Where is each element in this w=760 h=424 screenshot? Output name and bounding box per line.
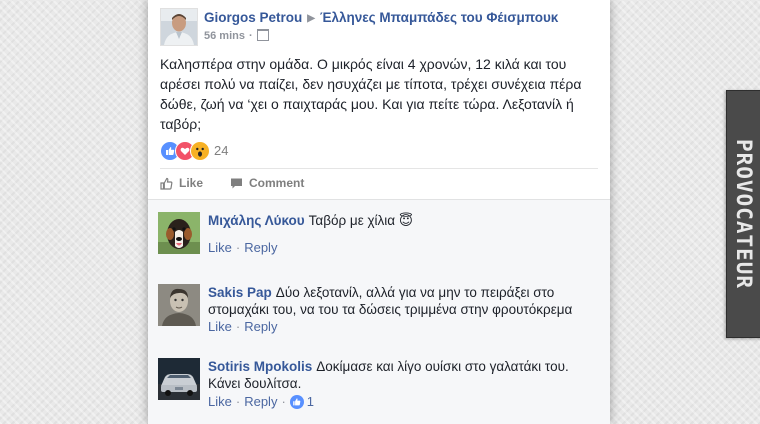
- comment-reply-link[interactable]: Reply: [244, 240, 277, 255]
- comment-reply-link[interactable]: Reply: [244, 394, 277, 409]
- comment-action-separator: ·: [235, 319, 241, 334]
- like-button-label: Like: [179, 176, 204, 190]
- author-avatar[interactable]: [160, 8, 198, 46]
- comment-body: Μιχάλης Λύκου Ταβόρ με χίλια 😇: [208, 212, 598, 230]
- reactions-summary[interactable]: 24: [160, 141, 360, 161]
- commenter-avatar[interactable]: [158, 358, 200, 400]
- meta-separator: ·: [248, 30, 253, 42]
- commenter-avatar[interactable]: [158, 284, 200, 326]
- halo-emoji-icon: 😇: [398, 213, 413, 229]
- author-name-link[interactable]: Giorgos Petrou: [204, 10, 302, 25]
- like-icon: [160, 177, 173, 190]
- comment-body: Sakis Pap Δύο λεξοτανίλ, αλλά για να μην …: [208, 284, 598, 318]
- comment-action-separator: ·: [281, 394, 286, 409]
- comment-action-separator: ·: [235, 394, 241, 409]
- comment-button-label: Comment: [249, 176, 305, 190]
- commenter-name-link[interactable]: Μιχάλης Λύκου: [208, 213, 305, 228]
- post-timestamp[interactable]: 56 mins: [204, 30, 245, 42]
- commenter-name-link[interactable]: Sotiris Mpokolis: [208, 359, 312, 374]
- provocateur-watermark: PROVOCATEUR: [726, 90, 760, 338]
- comment-button[interactable]: Comment: [230, 176, 304, 190]
- comment-like-link[interactable]: Like: [208, 240, 232, 255]
- privacy-icon[interactable]: [256, 29, 269, 42]
- comment-text: Ταβόρ με χίλια: [308, 213, 396, 228]
- comment-icon: [231, 178, 242, 188]
- comment-actions: Like · Reply · 1: [208, 394, 314, 410]
- post-actions: Like Comment: [160, 172, 600, 196]
- commenter-name-link[interactable]: Sakis Pap: [208, 285, 272, 300]
- facebook-post-card: Giorgos Petrou ▶ Έλληνες Μπαμπάδες του Φέι…: [148, 0, 610, 424]
- shared-to-arrow-icon: ▶: [307, 13, 315, 24]
- comment-like-link[interactable]: Like: [208, 319, 232, 334]
- comment-body: Sotiris Mpokolis Δοκίμασε και λίγο ουίσκι…: [208, 358, 598, 392]
- comment-like-link[interactable]: Like: [208, 394, 232, 409]
- comment-actions: Like · Reply: [208, 319, 277, 334]
- reactions-divider: [160, 168, 598, 169]
- like-reaction-icon[interactable]: [289, 394, 304, 409]
- like-button[interactable]: Like: [160, 176, 203, 190]
- post-text: Καλησπέρα στην ομάδα. Ο μικρός είναι 4 χ…: [160, 56, 582, 132]
- comment-like-count[interactable]: 1: [307, 394, 314, 409]
- reaction-count: 24: [214, 143, 229, 158]
- commenter-avatar[interactable]: [158, 212, 200, 254]
- comment-actions: Like · Reply: [208, 240, 277, 255]
- group-name-link[interactable]: Έλληνες Μπαμπάδες του Φέισμπουκ: [320, 10, 558, 25]
- wow-reaction-icon: [190, 141, 210, 161]
- post-meta: 56 mins ·: [204, 29, 269, 42]
- comments-section: Μιχάλης Λύκου Ταβόρ με χίλια 😇 Like · Reply: [148, 199, 610, 424]
- comment-reply-link[interactable]: Reply: [244, 319, 277, 334]
- watermark-text: PROVOCATEUR: [732, 138, 757, 290]
- comment-action-separator: ·: [235, 240, 241, 255]
- post-header: Giorgos Petrou ▶ Έλληνες Μπαμπάδες του Φέι…: [160, 8, 600, 48]
- post-author-line: Giorgos Petrou ▶ Έλληνες Μπαμπάδες του Φέι…: [204, 10, 558, 25]
